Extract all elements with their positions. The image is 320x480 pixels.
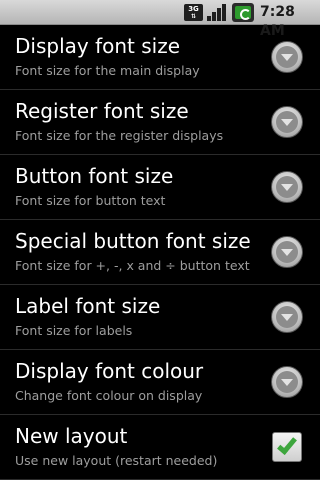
dropdown-arrow-icon[interactable] [271, 41, 303, 73]
pref-title: Button font size [15, 164, 174, 188]
dropdown-arrow-icon[interactable] [271, 301, 303, 333]
pref-new-layout[interactable]: New layout Use new layout (restart neede… [0, 415, 320, 480]
pref-summary: Font size for the main display [15, 63, 200, 78]
3g-data-icon: 3G ⇅ [184, 4, 203, 21]
clock-time: 7:28 [260, 4, 295, 20]
pref-summary: Font size for button text [15, 193, 166, 208]
battery-charging-icon [232, 3, 254, 22]
dropdown-arrow-icon[interactable] [271, 171, 303, 203]
new-layout-checkbox[interactable] [272, 432, 302, 462]
network-type-label: 3G [188, 5, 199, 13]
pref-title: Special button font size [15, 229, 251, 253]
pref-summary: Font size for +, -, x and ÷ button text [15, 258, 250, 273]
pref-title: Label font size [15, 294, 161, 318]
pref-summary: Change font colour on display [15, 388, 203, 403]
preferences-list: Display font size Font size for the main… [0, 25, 320, 480]
pref-button-font-size[interactable]: Button font size Font size for button te… [0, 155, 320, 220]
dropdown-arrow-icon[interactable] [271, 366, 303, 398]
pref-register-font-size[interactable]: Register font size Font size for the reg… [0, 90, 320, 155]
pref-summary: Font size for labels [15, 323, 133, 338]
pref-display-font-colour[interactable]: Display font colour Change font colour o… [0, 350, 320, 415]
dropdown-arrow-icon[interactable] [271, 236, 303, 268]
pref-display-font-size[interactable]: Display font size Font size for the main… [0, 25, 320, 90]
pref-title: Display font colour [15, 359, 204, 383]
status-clock: 7:28 AM [260, 3, 318, 39]
checkmark-icon [277, 434, 297, 455]
status-bar: 3G ⇅ 7:28 AM [0, 0, 320, 39]
pref-summary: Font size for the register displays [15, 128, 224, 143]
pref-summary: Use new layout (restart needed) [15, 453, 218, 468]
pref-title: New layout [15, 424, 128, 448]
signal-strength-icon [207, 4, 227, 21]
dropdown-arrow-icon[interactable] [271, 106, 303, 138]
pref-title: Register font size [15, 99, 189, 123]
pref-label-font-size[interactable]: Label font size Font size for labels [0, 285, 320, 350]
data-activity-arrows: ⇅ [190, 13, 197, 20]
pref-title: Display font size [15, 34, 181, 58]
pref-special-button-font-size[interactable]: Special button font size Font size for +… [0, 220, 320, 285]
